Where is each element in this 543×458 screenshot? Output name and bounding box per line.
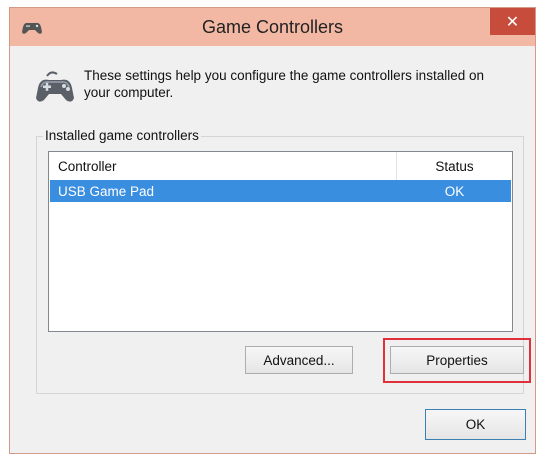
list-header: Controller Status	[49, 152, 512, 180]
properties-button[interactable]: Properties	[390, 346, 524, 374]
list-item[interactable]: USB Game Pad OK	[50, 180, 511, 202]
dialog-body: These settings help you configure the ga…	[17, 46, 531, 446]
ok-button[interactable]: OK	[425, 409, 526, 440]
gamepad-icon	[36, 71, 74, 102]
advanced-button[interactable]: Advanced...	[245, 346, 353, 374]
close-icon: ✕	[505, 13, 520, 31]
installed-controllers-group: Installed game controllers Controller St…	[36, 128, 531, 394]
title-bar[interactable]: Game Controllers ✕	[10, 8, 535, 46]
intro-line-2: your computer.	[84, 85, 174, 100]
intro-description: These settings help you configure the ga…	[84, 67, 524, 101]
close-button[interactable]: ✕	[490, 8, 535, 35]
column-header-controller[interactable]: Controller	[49, 152, 397, 180]
page: Game Controllers ✕ These settings help y…	[0, 0, 543, 458]
controllers-list[interactable]: Controller Status USB Game Pad OK	[48, 151, 513, 332]
intro-line-1: These settings help you configure the ga…	[84, 68, 484, 83]
group-legend: Installed game controllers	[43, 128, 201, 143]
window-title: Game Controllers	[201, 17, 344, 37]
controller-name: USB Game Pad	[58, 183, 155, 199]
controller-status: OK	[444, 183, 465, 199]
column-header-status[interactable]: Status	[397, 152, 512, 180]
game-controllers-window: Game Controllers ✕ These settings help y…	[9, 7, 536, 454]
